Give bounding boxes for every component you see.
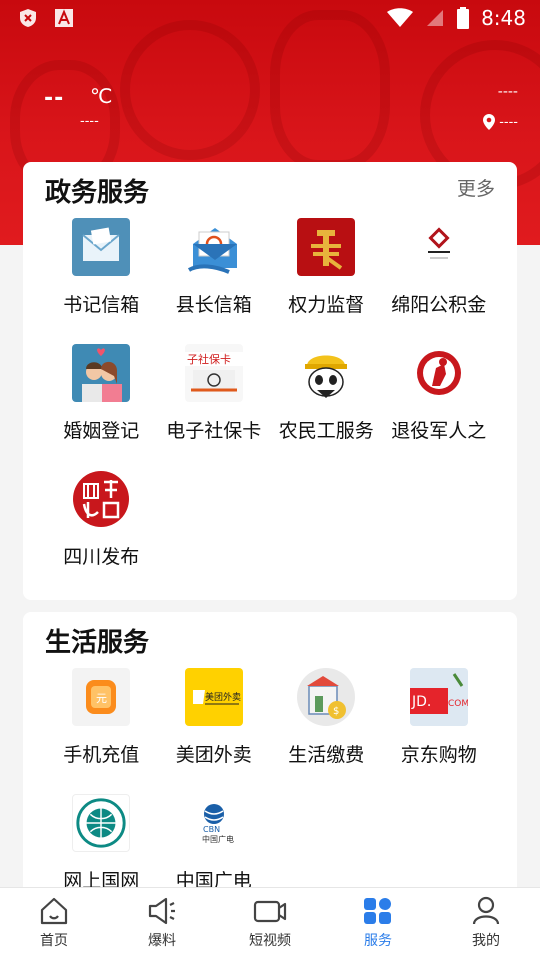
- service-item[interactable]: 绵阳公积金: [383, 218, 496, 344]
- power-supervision-icon: [297, 218, 356, 276]
- svg-text:元: 元: [96, 692, 107, 705]
- service-item[interactable]: 权力监督: [270, 218, 383, 344]
- life-services-card: 生活服务 元 手机充值 美团外卖 美团外卖 $ 生活缴费 JD. COM 京东购…: [23, 612, 517, 902]
- service-label: 书记信箱: [63, 294, 140, 316]
- status-time: 8:48: [481, 6, 526, 30]
- service-label: 电子社保卡: [166, 420, 262, 442]
- life-services-grid: 元 手机充值 美团外卖 美团外卖 $ 生活缴费 JD. COM 京东购物 网上国…: [45, 668, 495, 920]
- service-label: 四川发布: [63, 546, 140, 568]
- tab-label: 首页: [40, 933, 68, 949]
- tab-label: 我的: [472, 933, 500, 949]
- font-a-icon: [55, 9, 73, 27]
- megaphone-icon: [148, 897, 175, 925]
- service-label: 农民工服务: [278, 420, 374, 442]
- gov-services-title: 政务服务: [45, 178, 150, 208]
- svg-text:子社保卡: 子社保卡: [187, 352, 231, 366]
- service-item[interactable]: 子社保卡 电子社保卡: [158, 344, 271, 470]
- svg-text:中国广电: 中国广电: [202, 834, 234, 844]
- services-grid-icon: [364, 898, 391, 924]
- service-item[interactable]: $ 生活缴费: [270, 668, 383, 794]
- tab-short-video[interactable]: 短视频: [216, 888, 324, 960]
- video-icon: [253, 900, 287, 923]
- mail-envelope-icon: [72, 218, 131, 276]
- gov-services-grid: 书记信箱 县长信箱 权力监督 绵阳公积金 婚姻登记 子社保卡 电子社保卡 农民工…: [45, 218, 495, 596]
- service-item[interactable]: 婚姻登记: [45, 344, 158, 470]
- signal-icon: [427, 10, 444, 26]
- tab-label: 爆料: [148, 933, 176, 949]
- service-item[interactable]: 元 手机充值: [45, 668, 158, 794]
- service-label: 绵阳公积金: [391, 294, 487, 316]
- weather-location[interactable]: ----: [483, 114, 518, 130]
- svg-text:美团外卖: 美团外卖: [205, 691, 241, 703]
- service-item[interactable]: 四川发布: [45, 470, 158, 596]
- jd-icon: JD. COM: [409, 668, 468, 726]
- sichuan-seal-icon: [72, 470, 130, 528]
- service-item[interactable]: 农民工服务: [270, 344, 383, 470]
- weather-temperature: --: [44, 86, 65, 111]
- housing-fund-icon: [410, 218, 468, 276]
- gov-more-link[interactable]: 更多: [457, 174, 495, 201]
- service-item[interactable]: 书记信箱: [45, 218, 158, 344]
- profile-icon: [472, 896, 500, 925]
- weather-unit: ℃: [90, 84, 113, 108]
- service-item[interactable]: JD. COM 京东购物: [383, 668, 496, 794]
- svg-text:CBN: CBN: [203, 825, 220, 834]
- services-page: 8:48 -- ℃ ---- ---- ---- 政务服务 更多 书记信箱 县长…: [0, 0, 540, 960]
- svg-text:COM: COM: [448, 699, 468, 709]
- svg-text:JD.: JD.: [411, 694, 431, 710]
- social-security-card-icon: 子社保卡: [184, 344, 243, 402]
- service-item[interactable]: 县长信箱: [158, 218, 271, 344]
- location-text: ----: [499, 114, 518, 130]
- home-icon: [40, 897, 68, 925]
- state-grid-icon: [72, 794, 131, 852]
- service-label: 京东购物: [400, 744, 477, 766]
- couple-icon: [72, 344, 131, 402]
- service-label: 退役军人之: [391, 420, 487, 442]
- battery-icon: [457, 7, 470, 29]
- tab-profile[interactable]: 我的: [432, 888, 540, 960]
- svg-text:$: $: [333, 706, 339, 717]
- service-label: 权力监督: [288, 294, 365, 316]
- weather-description: ----: [80, 114, 99, 129]
- service-label: 婚姻登记: [63, 420, 140, 442]
- service-item[interactable]: 退役军人之: [383, 344, 496, 470]
- weather-aqi: ----: [497, 84, 518, 100]
- gov-services-card: 政务服务 更多 书记信箱 县长信箱 权力监督 绵阳公积金 婚姻登记 子社保卡 电…: [23, 162, 517, 600]
- service-label: 生活缴费: [288, 744, 365, 766]
- bottom-tab-bar: 首页 爆料 短视频 服务 我的: [0, 887, 540, 960]
- wifi-icon: [387, 8, 414, 27]
- service-label: 手机充值: [63, 744, 140, 766]
- bill-payment-icon: $: [297, 668, 356, 726]
- tab-services[interactable]: 服务: [324, 888, 432, 960]
- service-item[interactable]: 美团外卖 美团外卖: [158, 668, 271, 794]
- veteran-icon: [410, 344, 468, 402]
- tab-label: 短视频: [249, 933, 291, 949]
- location-pin-icon: [483, 114, 496, 130]
- tab-label: 服务: [364, 933, 392, 949]
- email-at-icon: [185, 218, 243, 276]
- phone-recharge-icon: 元: [72, 668, 131, 726]
- tab-report[interactable]: 爆料: [108, 888, 216, 960]
- status-bar: 8:48: [0, 0, 540, 36]
- service-label: 美团外卖: [175, 744, 252, 766]
- shield-close-icon: [20, 9, 36, 27]
- tab-home[interactable]: 首页: [0, 888, 108, 960]
- life-services-title: 生活服务: [45, 628, 150, 658]
- service-label: 县长信箱: [175, 294, 252, 316]
- panda-worker-icon: [297, 344, 355, 402]
- china-broadnet-icon: CBN 中国广电: [185, 794, 243, 852]
- meituan-icon: 美团外卖: [184, 668, 243, 726]
